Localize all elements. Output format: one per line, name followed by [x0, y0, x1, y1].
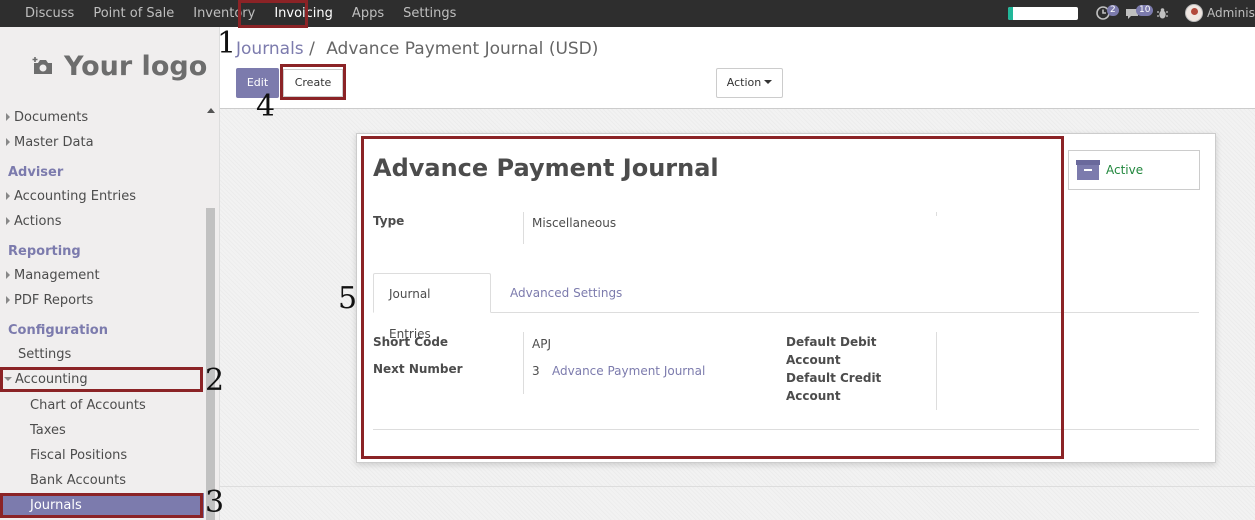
menu-apps[interactable]: Apps [341, 0, 392, 27]
activity-button[interactable]: 2 [1096, 4, 1119, 22]
action-dropdown-button[interactable]: Action [716, 68, 783, 98]
annotation-number-3: 3 [205, 485, 225, 520]
sidebar-item-label: Documents [14, 110, 89, 125]
sidebar-item-bank-accounts[interactable]: Bank Accounts [0, 468, 204, 493]
sidebar-section-reporting: Reporting [8, 244, 81, 259]
breadcrumb-journals-link[interactable]: Journals [236, 39, 304, 59]
breadcrumb: Journals / Advance Payment Journal (USD) [236, 39, 598, 59]
sidebar-section-adviser: Adviser [8, 165, 64, 180]
top-navbar: Discuss Point of Sale Inventory Invoicin… [0, 0, 1255, 27]
sidebar-item-label: Accounting Entries [14, 189, 137, 204]
annotation-number-1: 1 [217, 26, 237, 61]
sidebar-item-documents[interactable]: Documents [0, 105, 204, 130]
menu-point-of-sale[interactable]: Point of Sale [82, 0, 182, 27]
user-name: Adminis [1207, 6, 1255, 20]
debug-button[interactable] [1156, 4, 1169, 22]
active-status-label: Active [1106, 163, 1144, 177]
sidebar-item-master-data[interactable]: Master Data [0, 130, 204, 155]
sidebar-item-fiscal-positions[interactable]: Fiscal Positions [0, 443, 204, 468]
camera-plus-icon [32, 57, 52, 74]
caret-right-icon [6, 113, 10, 121]
sidebar-item-pdf-reports[interactable]: PDF Reports [0, 288, 204, 313]
caret-right-icon [6, 138, 10, 146]
caret-down-icon [764, 80, 773, 84]
highlight-accounting-item [0, 367, 203, 392]
sidebar-item-label: Actions [14, 214, 62, 229]
annotation-number-5: 5 [338, 281, 358, 316]
sidebar-item-label: Management [14, 268, 100, 283]
footer-divider [220, 486, 1255, 487]
menu-settings[interactable]: Settings [392, 0, 464, 27]
progress-fill [1008, 7, 1013, 20]
sidebar-item-chart-of-accounts[interactable]: Chart of Accounts [0, 393, 204, 418]
caret-right-icon [6, 296, 10, 304]
highlight-create-button [280, 64, 346, 100]
sidebar-item-actions[interactable]: Actions [0, 209, 204, 234]
messages-button[interactable]: 10 [1125, 4, 1154, 22]
sidebar-item-label: Master Data [14, 135, 94, 150]
sidebar-item-label: PDF Reports [14, 293, 94, 308]
annotation-number-4: 4 [256, 89, 276, 124]
sidebar: Your logo Documents Master Data Adviser … [0, 27, 220, 520]
sidebar-scrollbar[interactable] [204, 105, 217, 520]
sidebar-item-taxes[interactable]: Taxes [0, 418, 204, 443]
highlight-journal-form [361, 136, 1064, 459]
logo-text: Your logo [64, 50, 208, 82]
sidebar-item-accounting-entries[interactable]: Accounting Entries [0, 184, 204, 209]
caret-right-icon [6, 192, 10, 200]
onboarding-progress-bar[interactable] [1008, 7, 1078, 20]
sidebar-section-configuration: Configuration [8, 323, 108, 338]
breadcrumb-current: Advance Payment Journal (USD) [326, 39, 599, 59]
annotation-number-2: 2 [205, 363, 225, 398]
active-toggle-button[interactable]: Active [1068, 150, 1200, 190]
sidebar-item-management[interactable]: Management [0, 263, 204, 288]
messages-count-badge: 10 [1136, 4, 1154, 16]
scroll-up-arrow-icon[interactable] [207, 108, 215, 113]
company-logo[interactable]: Your logo [32, 49, 207, 83]
bug-icon [1157, 7, 1168, 18]
caret-right-icon [6, 271, 10, 279]
highlight-journals-item [0, 493, 203, 518]
highlight-invoicing-menu [238, 0, 308, 28]
archive-icon [1076, 160, 1100, 180]
sidebar-item-settings[interactable]: Settings [0, 342, 204, 367]
menu-discuss[interactable]: Discuss [14, 0, 82, 27]
action-label: Action [726, 76, 762, 89]
activity-count-badge: 2 [1107, 4, 1119, 16]
avatar [1185, 4, 1203, 22]
caret-right-icon [6, 217, 10, 225]
user-menu[interactable]: Adminis [1185, 4, 1255, 22]
breadcrumb-separator: / [309, 39, 315, 59]
control-panel: Journals / Advance Payment Journal (USD)… [220, 27, 1255, 109]
